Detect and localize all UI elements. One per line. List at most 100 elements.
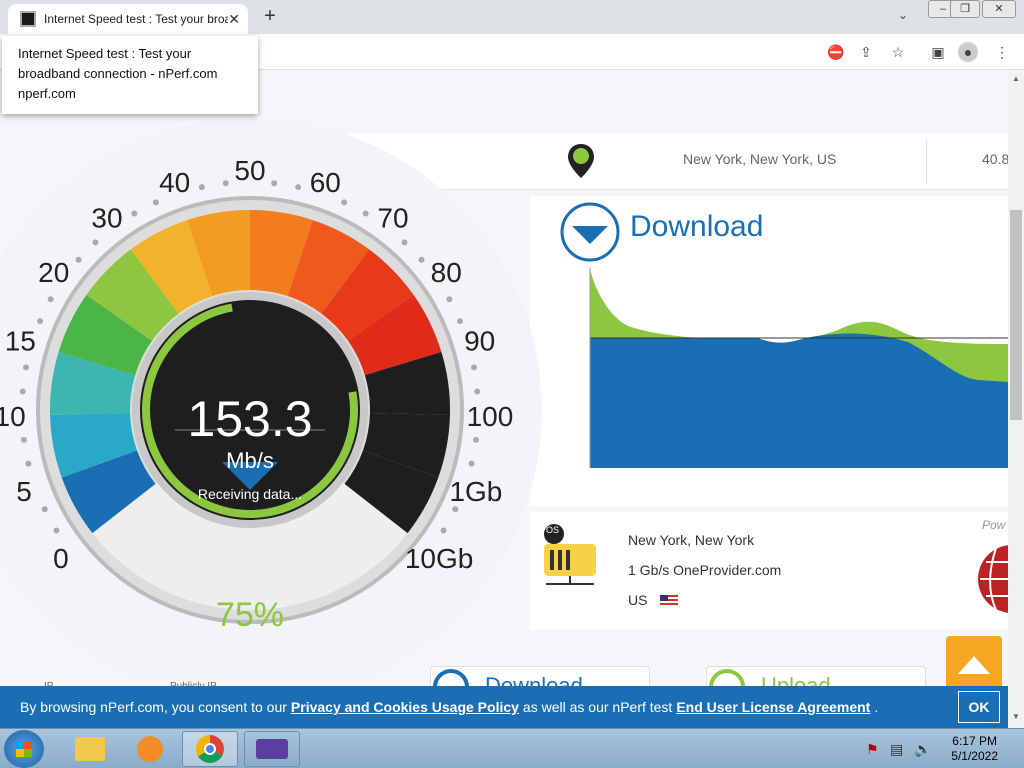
gauge-dot xyxy=(341,199,348,206)
gauge-dot xyxy=(19,388,26,395)
download-arrow-icon xyxy=(560,202,620,262)
gauge-dot xyxy=(271,180,278,187)
cookie-text-mid: as well as our nPerf test xyxy=(522,699,673,715)
gauge-tick-label: 10 xyxy=(0,401,26,432)
gauge-dot xyxy=(362,210,369,217)
bookmark-star-icon[interactable]: ☆ xyxy=(888,42,908,62)
gauge-tick-label: 70 xyxy=(377,202,408,233)
cookie-ok-button[interactable]: OK xyxy=(958,691,1000,723)
gauge-tick-label: 40 xyxy=(159,167,190,198)
gauge-dot xyxy=(418,256,425,263)
gauge-dot xyxy=(295,184,302,191)
gauge-dot xyxy=(446,296,453,303)
gauge-dot xyxy=(222,180,229,187)
share-icon[interactable]: ⇪ xyxy=(856,42,876,62)
scroll-up-arrow-icon[interactable]: ▲ xyxy=(1012,74,1020,83)
gauge-progress-text: 75% xyxy=(215,596,285,634)
location-pin-icon xyxy=(568,144,594,178)
gauge-dot xyxy=(473,436,480,443)
gauge-dot xyxy=(25,460,32,467)
download-panel: Download xyxy=(530,196,1008,506)
gauge-tick-label: 5 xyxy=(16,476,32,507)
privacy-policy-link[interactable]: Privacy and Cookies Usage Policy xyxy=(291,699,519,715)
tab-search-icon[interactable]: ⌄ xyxy=(898,8,908,22)
cookie-text-post: . xyxy=(874,699,879,715)
scrollbar-thumb[interactable] xyxy=(1010,210,1022,420)
browser-tab-bar: Internet Speed test : Test your broadban… xyxy=(0,0,1024,34)
tab-tooltip: Internet Speed test : Test your broadban… xyxy=(2,36,258,114)
gauge-dot xyxy=(92,239,99,246)
gauge-dot xyxy=(152,199,159,206)
gauge-dot xyxy=(20,436,27,443)
server-country: US xyxy=(628,592,648,608)
windows-taskbar: ⚑ ▤ 🔈 6:17 PM 5/1/2022 xyxy=(0,728,1024,768)
gauge-tick-label: 20 xyxy=(38,257,69,288)
gauge-dot xyxy=(474,388,481,395)
clock-date: 5/1/2022 xyxy=(951,749,998,763)
tooltip-domain: nperf.com xyxy=(18,86,76,101)
gauge-tick-label: 30 xyxy=(91,202,122,233)
gauge-dot xyxy=(53,527,60,534)
download-label: Download xyxy=(630,210,764,243)
gauge-dot xyxy=(470,364,477,371)
network-icon[interactable]: ▤ xyxy=(890,741,903,758)
location-coord: 40.8 xyxy=(982,151,1008,167)
gauge-tick-label: 60 xyxy=(310,167,341,198)
sidepanel-icon[interactable]: ▣ xyxy=(928,42,948,62)
blocked-icon[interactable]: ⛔ xyxy=(826,42,846,62)
globe-icon xyxy=(978,545,1008,613)
gauge-dot xyxy=(452,506,459,513)
page-content: New York, New York, US 40.8 Download OS … xyxy=(0,70,1008,728)
app-icon xyxy=(256,739,288,759)
windows-logo-icon xyxy=(16,741,32,757)
folder-icon xyxy=(75,737,105,761)
server-provider: 1 Gb/s OneProvider.com xyxy=(628,562,782,578)
cookie-text-pre: By browsing nPerf.com, you consent to ou… xyxy=(20,699,287,715)
gauge-tick-label: 50 xyxy=(234,155,265,186)
media-player-icon xyxy=(137,736,163,762)
explorer-taskbar-button[interactable] xyxy=(62,731,118,767)
gauge-dot xyxy=(456,318,463,325)
gauge-tick-label: 0 xyxy=(53,543,69,574)
speed-value: 153.3 xyxy=(187,391,313,447)
server-city: New York, New York xyxy=(628,532,755,548)
close-window-button[interactable]: ✕ xyxy=(982,0,1016,18)
gauge-tick-label: 10Gb xyxy=(405,543,474,574)
us-flag-icon xyxy=(660,595,678,607)
action-center-icon[interactable]: ⚑ xyxy=(866,741,879,758)
menu-kebab-icon[interactable]: ⋮ xyxy=(992,42,1012,62)
media-player-taskbar-button[interactable] xyxy=(122,731,178,767)
start-button[interactable] xyxy=(4,730,44,768)
powered-by: Pow xyxy=(982,518,1006,532)
restore-button[interactable]: ❐ xyxy=(950,0,980,18)
gauge-tick-label: 100 xyxy=(467,401,514,432)
chrome-icon xyxy=(196,735,224,763)
gauge-dot xyxy=(198,184,205,191)
system-clock[interactable]: 6:17 PM 5/1/2022 xyxy=(951,734,998,764)
speed-unit: Mb/s xyxy=(226,448,274,473)
gauge-dot xyxy=(23,364,30,371)
scroll-down-arrow-icon[interactable]: ▼ xyxy=(1012,712,1020,721)
page-scrollbar[interactable]: ▲ ▼ xyxy=(1008,70,1024,728)
gauge-tick-label: 90 xyxy=(464,325,495,356)
browser-tab[interactable]: Internet Speed test : Test your broadban… xyxy=(8,4,248,34)
volume-icon[interactable]: 🔈 xyxy=(914,741,931,758)
download-chart xyxy=(589,268,1008,468)
speed-gauge: 0 5 10 15 20 30 40 50 60 70 80 90 100 1Gb 10Gb 153.3 M… xyxy=(0,118,560,702)
profile-avatar-icon[interactable]: ● xyxy=(958,42,978,62)
gauge-dot xyxy=(47,296,54,303)
chrome-taskbar-button[interactable] xyxy=(182,731,238,767)
license-agreement-link[interactable]: End User License Agreement xyxy=(676,699,870,715)
clock-time: 6:17 PM xyxy=(952,734,997,748)
location-city: New York, New York, US xyxy=(683,151,837,167)
gauge-dot xyxy=(401,239,408,246)
close-tab-icon[interactable]: ✕ xyxy=(228,11,240,28)
gauge-tick-label: 80 xyxy=(431,257,462,288)
new-tab-button[interactable]: + xyxy=(258,5,282,29)
tooltip-title: Internet Speed test : Test your broadban… xyxy=(18,46,218,81)
cookie-banner: By browsing nPerf.com, you consent to ou… xyxy=(0,686,1008,728)
gauge-tick-label: 15 xyxy=(5,325,36,356)
app-taskbar-button[interactable] xyxy=(244,731,300,767)
gauge-tick-label: 1Gb xyxy=(449,476,502,507)
gauge-status: Receiving data... xyxy=(197,486,303,502)
